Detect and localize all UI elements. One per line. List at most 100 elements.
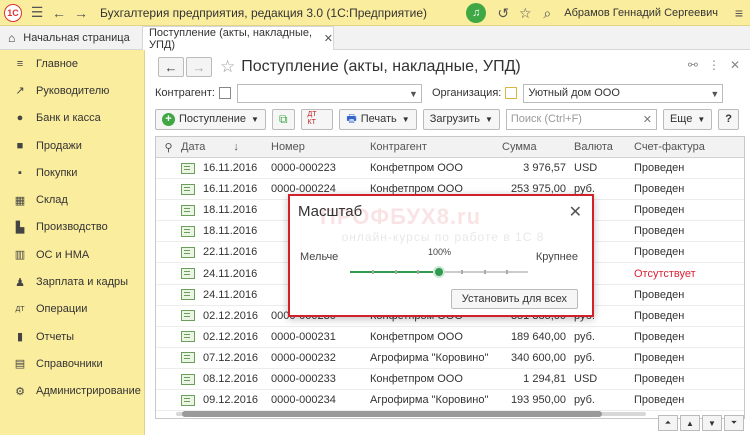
- cell-text: Конфетпром ООО: [370, 330, 463, 343]
- upload-button[interactable]: Загрузить ▼: [422, 108, 500, 130]
- notification-bell-icon[interactable]: ♫: [466, 3, 487, 23]
- cell-text: Конфетпром ООО: [370, 372, 463, 385]
- forward-button[interactable]: →: [186, 57, 212, 77]
- sidebar-item-main[interactable]: ≡ Главное: [0, 50, 144, 77]
- cell-sum: 340 600,00: [502, 352, 574, 364]
- organization-checkbox[interactable]: [505, 87, 518, 99]
- sidebar-item-label: Продажи: [36, 139, 82, 152]
- cell-text: USD: [574, 372, 598, 385]
- coin-icon: ●: [16, 112, 24, 125]
- sidebar-item-sales[interactable]: ■ Продажи: [0, 132, 144, 159]
- zoom-tick: [416, 270, 419, 274]
- close-icon[interactable]: ✕: [730, 58, 740, 72]
- cell-date: 22.11.2016: [181, 246, 271, 258]
- scroll-down-button[interactable]: ▼: [702, 415, 722, 431]
- organization-field[interactable]: Уютный дом ООО ▼: [523, 83, 724, 104]
- zoom-slider[interactable]: [350, 266, 528, 278]
- column-sum[interactable]: Сумма: [502, 141, 574, 153]
- back-arrow-icon[interactable]: ←: [48, 2, 70, 24]
- menu-icon[interactable]: ☰: [26, 2, 48, 24]
- forward-arrow-icon[interactable]: →: [70, 2, 92, 24]
- help-button[interactable]: ?: [718, 108, 739, 130]
- table-row[interactable]: 08.12.2016 0000-000233 Конфетпром ООО 1 294…: [156, 369, 744, 391]
- sidebar-item-purchases[interactable]: ▪ Покупки: [0, 159, 144, 186]
- apply-all-button[interactable]: Установить для всех: [450, 289, 578, 309]
- posted-document-icon: [181, 289, 195, 301]
- table-row[interactable]: 07.12.2016 0000-000232 Агрофирма "Коровино…: [156, 348, 744, 369]
- sidebar-item-assets[interactable]: ▥ ОС и НМА: [0, 241, 144, 268]
- sidebar-item-label: Зарплата и кадры: [36, 276, 129, 289]
- scroll-buttons: ⏶ ▲ ▼ ⏷: [658, 415, 744, 431]
- sidebar-item-directories[interactable]: ▤ Справочники: [0, 350, 144, 377]
- cell-text: 09.12.2016: [203, 394, 259, 407]
- cell-text: Агрофирма "Коровино": [370, 351, 489, 364]
- favorite-star-icon[interactable]: ☆: [220, 57, 235, 77]
- cell-counterparty: Агрофирма "Коровино": [370, 352, 502, 364]
- search-icon[interactable]: ⌕: [536, 2, 558, 24]
- clear-icon[interactable]: ✕: [643, 113, 652, 126]
- column-currency[interactable]: Валюта: [574, 141, 634, 153]
- zoom-slider-handle[interactable]: [433, 266, 445, 278]
- table-row[interactable]: 02.12.2016 0000-000231 Конфетпром ООО 189 6…: [156, 327, 744, 348]
- sidebar-item-operations[interactable]: ДТ Операции: [0, 296, 144, 323]
- scroll-up-button[interactable]: ▲: [680, 415, 700, 431]
- table-row[interactable]: 09.12.2016 0000-000234 Агрофирма "Коровино…: [156, 390, 744, 412]
- column-number[interactable]: Номер: [271, 141, 370, 153]
- dt-kt-button[interactable]: ДТ КТ: [300, 108, 334, 130]
- column-invoice[interactable]: Счет-фактура: [634, 141, 744, 153]
- user-name[interactable]: Абрамов Геннадий Сергеевич: [564, 7, 718, 19]
- cell-text: 24.11.2016: [203, 288, 258, 301]
- counterparty-checkbox[interactable]: [218, 87, 231, 99]
- 1c-logo: 1С: [0, 0, 26, 26]
- counterparty-field[interactable]: ▼: [236, 83, 422, 104]
- chevron-down-icon: ▼: [484, 114, 493, 124]
- cell-counterparty: Агрофирма "Коровино": [370, 394, 502, 406]
- attachment-icon[interactable]: ⚲: [156, 141, 181, 154]
- sidebar-item-bank[interactable]: ● Банк и касса: [0, 105, 144, 132]
- sidebar-item-admin[interactable]: ⚙ Администрирование: [0, 378, 144, 405]
- sidebar-item-manager[interactable]: ↗ Руководителю: [0, 77, 144, 104]
- link-icon[interactable]: ⚯: [688, 58, 698, 72]
- sidebar-item-production[interactable]: ▙ Производство: [0, 214, 144, 241]
- sidebar-item-label: Администрирование: [36, 385, 141, 398]
- sidebar-item-salary[interactable]: ♟ Зарплата и кадры: [0, 268, 144, 295]
- cell-text: 0000-000232: [271, 351, 336, 364]
- tab-home[interactable]: ⌂ Начальная страница: [0, 26, 142, 50]
- dropdown-menu-icon[interactable]: ≡: [728, 2, 750, 24]
- scroll-bottom-button[interactable]: ⏷: [724, 415, 744, 431]
- cell-text: Проведен: [634, 246, 685, 259]
- column-counterparty[interactable]: Контрагент: [370, 141, 502, 153]
- close-icon[interactable]: ✕: [569, 202, 582, 222]
- table-row[interactable]: 16.11.2016 0000-000223 Конфетпром ООО 3 976…: [156, 158, 744, 180]
- cell-text: руб.: [574, 394, 595, 407]
- sidebar-item-label: Операции: [36, 303, 88, 316]
- sidebar-item-warehouse[interactable]: ▦ Склад: [0, 186, 144, 213]
- chevron-down-icon[interactable]: ▼: [409, 85, 418, 104]
- close-tab-icon[interactable]: ✕: [324, 32, 333, 45]
- cell-sum: 189 640,00: [502, 331, 574, 343]
- more-options-icon[interactable]: ⋮: [708, 58, 720, 72]
- receipt-button[interactable]: + Поступление ▼: [155, 108, 266, 130]
- search-input[interactable]: Поиск (Ctrl+F) ✕: [505, 108, 657, 130]
- scroll-top-button[interactable]: ⏶: [658, 415, 678, 431]
- cell-text: 18.11.2016: [203, 225, 258, 238]
- print-button[interactable]: 🖶 Печать ▼: [339, 108, 417, 130]
- filter-bar: Контрагент: ▼ Организация: Уютный дом ОО…: [155, 83, 745, 103]
- cell-invoice: Проведен: [634, 162, 744, 174]
- column-date[interactable]: Дата ↓: [181, 141, 271, 153]
- tab-receipts[interactable]: Поступление (акты, накладные, УПД) ✕: [142, 26, 334, 51]
- sidebar-item-label: Главное: [36, 57, 79, 70]
- favorites-star-icon[interactable]: ☆: [514, 2, 536, 24]
- back-button[interactable]: ←: [158, 57, 184, 77]
- history-icon[interactable]: ↺: [492, 2, 514, 24]
- copy-button[interactable]: ⧉: [271, 108, 295, 130]
- upload-button-label: Загрузить: [429, 113, 480, 125]
- chevron-down-icon[interactable]: ▼: [710, 85, 719, 104]
- cell-text: Проведен: [634, 372, 685, 385]
- printer-icon: 🖶: [346, 112, 357, 125]
- cell-counterparty: Конфетпром ООО: [370, 373, 502, 385]
- horizontal-scrollbar[interactable]: [176, 410, 646, 418]
- sidebar-item-reports[interactable]: ▮ Отчеты: [0, 323, 144, 350]
- cell-text: 16.11.2016: [203, 162, 258, 175]
- more-button[interactable]: Еще ▼: [662, 108, 713, 130]
